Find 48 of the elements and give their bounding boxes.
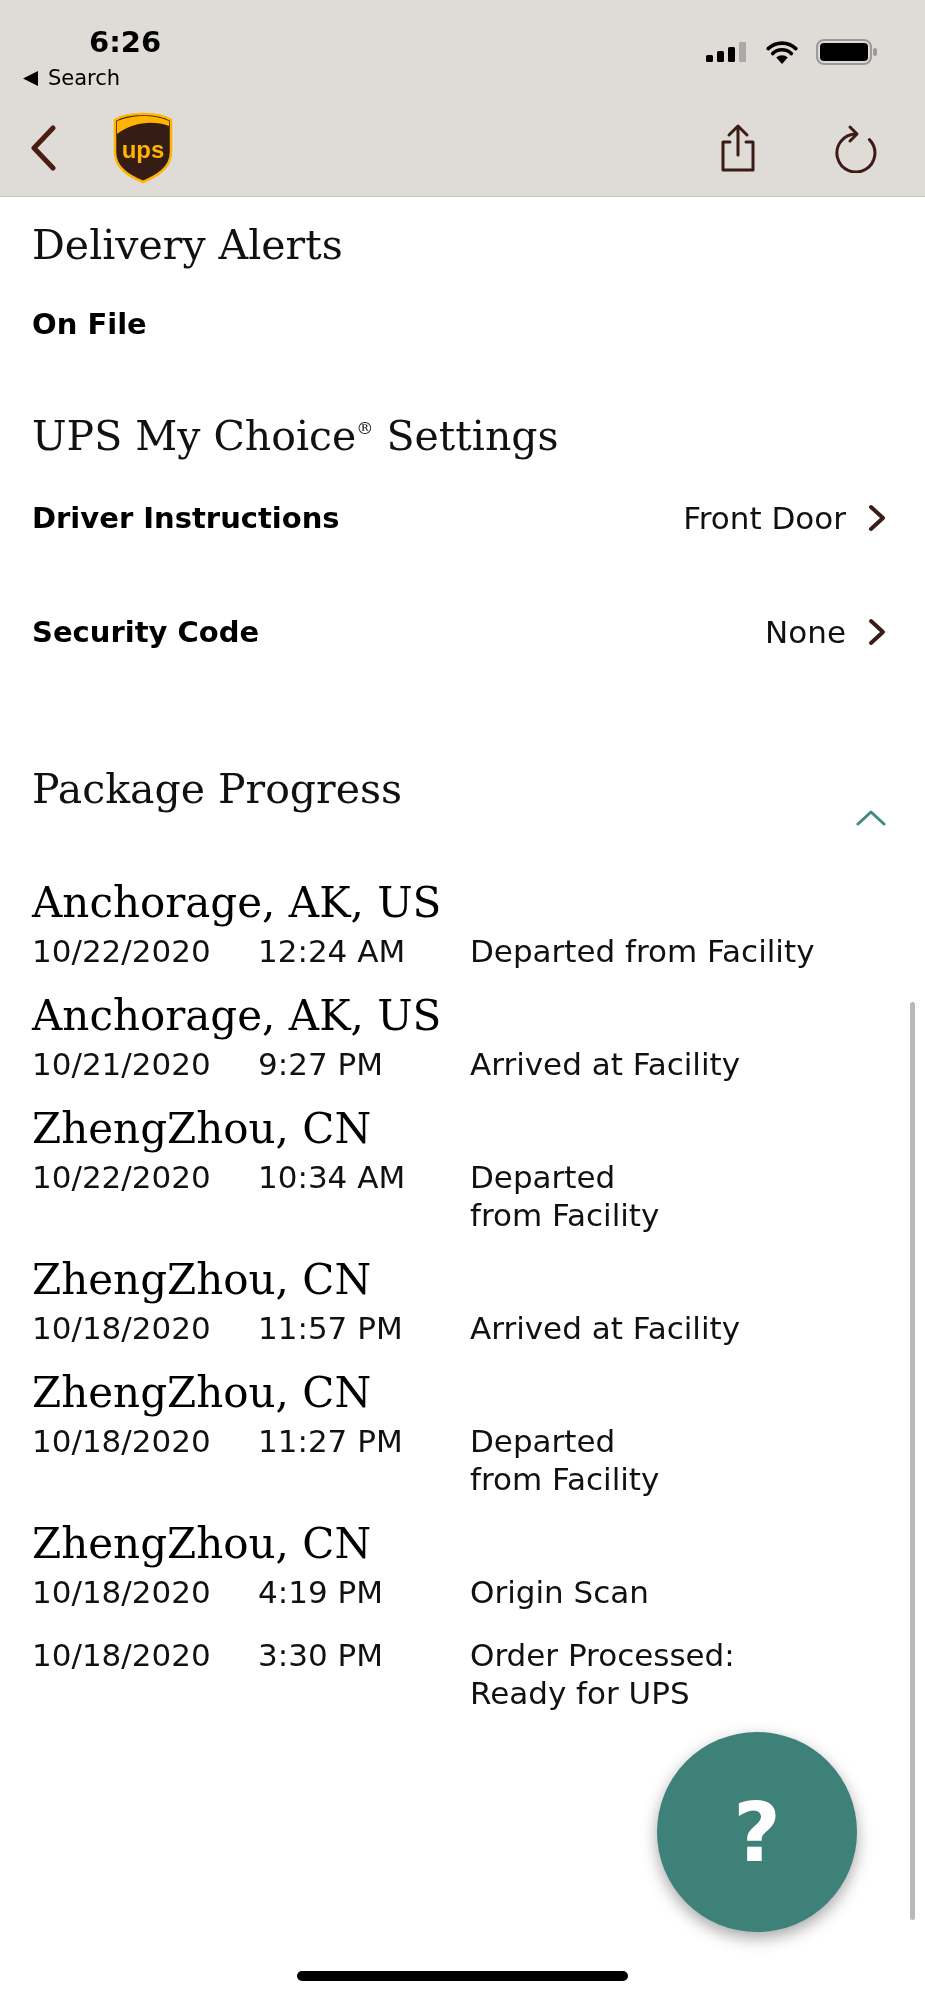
event-location: ZhengZhou, CN [32, 1368, 373, 1418]
event-date: 10/18/2020 [32, 1636, 211, 1674]
chevron-right-icon[interactable] [868, 618, 886, 646]
back-to-search-link[interactable]: Search [23, 65, 121, 91]
setting-value: None [765, 613, 846, 652]
setting-value: Front Door [683, 499, 846, 538]
event-location: ZhengZhou, CN [32, 1255, 373, 1305]
event-date: 10/21/2020 [32, 1045, 211, 1083]
event-location: Anchorage, AK, US [32, 878, 443, 928]
event-date: 10/18/2020 [32, 1309, 211, 1347]
setting-label: Security Code [32, 614, 260, 651]
event-date: 10/18/2020 [32, 1422, 211, 1460]
event-location: ZhengZhou, CN [32, 1519, 373, 1569]
wifi-icon [766, 40, 798, 64]
back-triangle-icon [23, 70, 38, 86]
event-time: 11:27 PM [258, 1422, 403, 1460]
section-title: UPS My Choice$^{®}$ Settings [32, 411, 560, 461]
event-status: Origin Scan [470, 1573, 649, 1611]
chevron-up-icon[interactable] [856, 810, 886, 826]
signal-icon [706, 42, 748, 62]
event-status: Order Processed: Ready for UPS [470, 1636, 735, 1712]
event-status: Arrived at Facility [470, 1309, 741, 1347]
setting-label: Driver Instructions [32, 500, 340, 537]
event-time: 9:27 PM [258, 1045, 383, 1083]
event-location: Anchorage, AK, US [32, 991, 443, 1041]
event-time: 11:57 PM [258, 1309, 403, 1347]
back-chevron-icon[interactable] [30, 125, 56, 171]
refresh-icon[interactable] [833, 123, 879, 173]
event-status: Departed from Facility [470, 932, 815, 970]
alerts-status: On File [32, 306, 148, 343]
event-status: Arrived at Facility [470, 1045, 741, 1083]
battery-icon [816, 39, 878, 65]
shield-logo: ups [113, 112, 173, 184]
event-time: 3:30 PM [258, 1636, 383, 1674]
event-time: 12:24 AM [258, 932, 406, 970]
event-status: Departed from Facility [470, 1422, 660, 1498]
section-title: Package Progress [32, 764, 403, 814]
help-button[interactable]: ? [657, 1732, 857, 1932]
event-date: 10/22/2020 [32, 932, 211, 970]
event-time: 4:19 PM [258, 1573, 383, 1611]
section-title: Delivery Alerts [32, 220, 344, 270]
event-status: Departed from Facility [470, 1158, 660, 1234]
event-time: 10:34 AM [258, 1158, 406, 1196]
event-date: 10/22/2020 [32, 1158, 211, 1196]
event-date: 10/18/2020 [32, 1573, 211, 1611]
event-location: ZhengZhou, CN [32, 1104, 373, 1154]
chevron-right-icon[interactable] [868, 504, 886, 532]
status-time: 6:26 [89, 25, 162, 59]
